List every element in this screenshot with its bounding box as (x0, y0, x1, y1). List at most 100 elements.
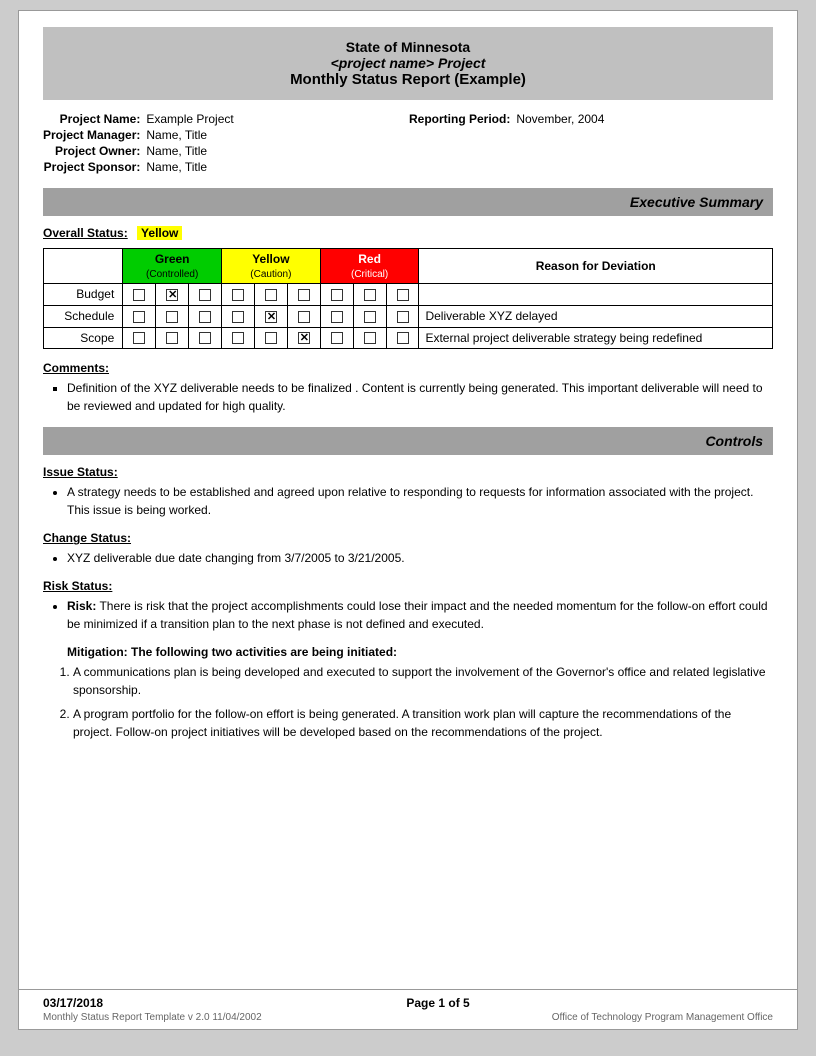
table-empty-header (44, 249, 123, 284)
comments-list: Definition of the XYZ deliverable needs … (67, 379, 773, 415)
checked-checkbox[interactable] (298, 332, 310, 344)
checkbox-cell (287, 327, 320, 349)
project-name-label: Project Name: (43, 112, 140, 126)
reason-cell (419, 284, 773, 306)
reason-cell: Deliverable XYZ delayed (419, 305, 773, 327)
overall-status: Overall Status: Yellow (43, 226, 773, 240)
owner-label: Project Owner: (43, 144, 140, 158)
unchecked-checkbox[interactable] (232, 311, 244, 323)
unchecked-checkbox[interactable] (199, 332, 211, 344)
checkbox-cell (254, 305, 287, 327)
unchecked-checkbox[interactable] (232, 289, 244, 301)
checkbox-cell (386, 305, 419, 327)
issue-item: A strategy needs to be established and a… (67, 483, 773, 519)
unchecked-checkbox[interactable] (364, 332, 376, 344)
checkbox-cell (222, 305, 255, 327)
checkbox-cell (353, 327, 386, 349)
footer-page: Page 1 of 5 (406, 996, 469, 1010)
mitigation-list: A communications plan is being developed… (73, 663, 773, 741)
checkbox-cell (222, 327, 255, 349)
project-info: Project Name: Example Project Reporting … (43, 112, 773, 174)
checkbox-cell (123, 327, 156, 349)
footer-template: Monthly Status Report Template v 2.0 11/… (43, 1012, 262, 1023)
unchecked-checkbox[interactable] (232, 332, 244, 344)
unchecked-checkbox[interactable] (397, 289, 409, 301)
reason-cell: External project deliverable strategy be… (419, 327, 773, 349)
checkbox-cell (254, 284, 287, 306)
mitigation-item: A program portfolio for the follow-on ef… (73, 705, 773, 741)
checkbox-cell (287, 305, 320, 327)
checkbox-cell (189, 327, 222, 349)
unchecked-checkbox[interactable] (199, 311, 211, 323)
unchecked-checkbox[interactable] (397, 311, 409, 323)
checkbox-cell (353, 284, 386, 306)
yellow-header: Yellow (Caution) (222, 249, 321, 284)
risk-list: Risk: There is risk that the project acc… (67, 597, 773, 633)
unchecked-checkbox[interactable] (331, 289, 343, 301)
issue-list: A strategy needs to be established and a… (67, 483, 773, 519)
checkbox-cell (287, 284, 320, 306)
checkbox-cell (189, 305, 222, 327)
unchecked-checkbox[interactable] (397, 332, 409, 344)
unchecked-checkbox[interactable] (364, 289, 376, 301)
unchecked-checkbox[interactable] (133, 332, 145, 344)
checked-checkbox[interactable] (265, 311, 277, 323)
overall-status-value: Yellow (137, 226, 182, 240)
unchecked-checkbox[interactable] (331, 311, 343, 323)
project-name-value: Example Project (146, 112, 403, 126)
manager-label: Project Manager: (43, 128, 140, 142)
checkbox-cell (222, 284, 255, 306)
sponsor-value: Name, Title (146, 160, 403, 174)
footer-date: 03/17/2018 (43, 996, 103, 1010)
footer-office: Office of Technology Program Management … (552, 1012, 773, 1023)
header-line3: Monthly Status Report (Example) (59, 71, 757, 88)
checkbox-cell (320, 305, 353, 327)
checkbox-cell (320, 284, 353, 306)
controls-section: Issue Status: A strategy needs to be est… (43, 465, 773, 741)
checkbox-cell (156, 327, 189, 349)
comment-item: Definition of the XYZ deliverable needs … (67, 379, 773, 415)
unchecked-checkbox[interactable] (265, 289, 277, 301)
checkbox-cell (156, 305, 189, 327)
unchecked-checkbox[interactable] (166, 311, 178, 323)
checkbox-cell (123, 284, 156, 306)
risk-item: Risk: There is risk that the project acc… (67, 597, 773, 633)
unchecked-checkbox[interactable] (364, 311, 376, 323)
overall-status-label: Overall Status: (43, 226, 128, 240)
unchecked-checkbox[interactable] (199, 289, 211, 301)
checkbox-cell (123, 305, 156, 327)
header-line1: State of Minnesota (59, 39, 757, 55)
green-header: Green (Controlled) (123, 249, 222, 284)
table-row-label: Schedule (44, 305, 123, 327)
checkbox-cell (189, 284, 222, 306)
unchecked-checkbox[interactable] (166, 332, 178, 344)
unchecked-checkbox[interactable] (298, 289, 310, 301)
risk-status-label: Risk Status: (43, 579, 773, 593)
controls-bar: Controls (43, 427, 773, 455)
red-header: Red (Critical) (320, 249, 419, 284)
unchecked-checkbox[interactable] (331, 332, 343, 344)
reporting-period-value: November, 2004 (516, 112, 773, 126)
checkbox-cell (386, 284, 419, 306)
reporting-period-label: Reporting Period: (409, 112, 510, 126)
reason-header: Reason for Deviation (419, 249, 773, 284)
doc-header: State of Minnesota <project name> Projec… (43, 27, 773, 100)
owner-value: Name, Title (146, 144, 403, 158)
checked-checkbox[interactable] (166, 289, 178, 301)
unchecked-checkbox[interactable] (265, 332, 277, 344)
checkbox-cell (353, 305, 386, 327)
unchecked-checkbox[interactable] (133, 289, 145, 301)
comments-label: Comments: (43, 361, 773, 375)
unchecked-checkbox[interactable] (298, 311, 310, 323)
table-row-label: Budget (44, 284, 123, 306)
issue-status-label: Issue Status: (43, 465, 773, 479)
checkbox-cell (254, 327, 287, 349)
checkbox-cell (320, 327, 353, 349)
change-list: XYZ deliverable due date changing from 3… (67, 549, 773, 567)
change-item: XYZ deliverable due date changing from 3… (67, 549, 773, 567)
status-table: Green (Controlled) Yellow (Caution) Red … (43, 248, 773, 349)
unchecked-checkbox[interactable] (133, 311, 145, 323)
header-line2: <project name> Project (59, 55, 757, 71)
mitigation-label: Mitigation: The following two activities… (67, 645, 773, 659)
checkbox-cell (386, 327, 419, 349)
